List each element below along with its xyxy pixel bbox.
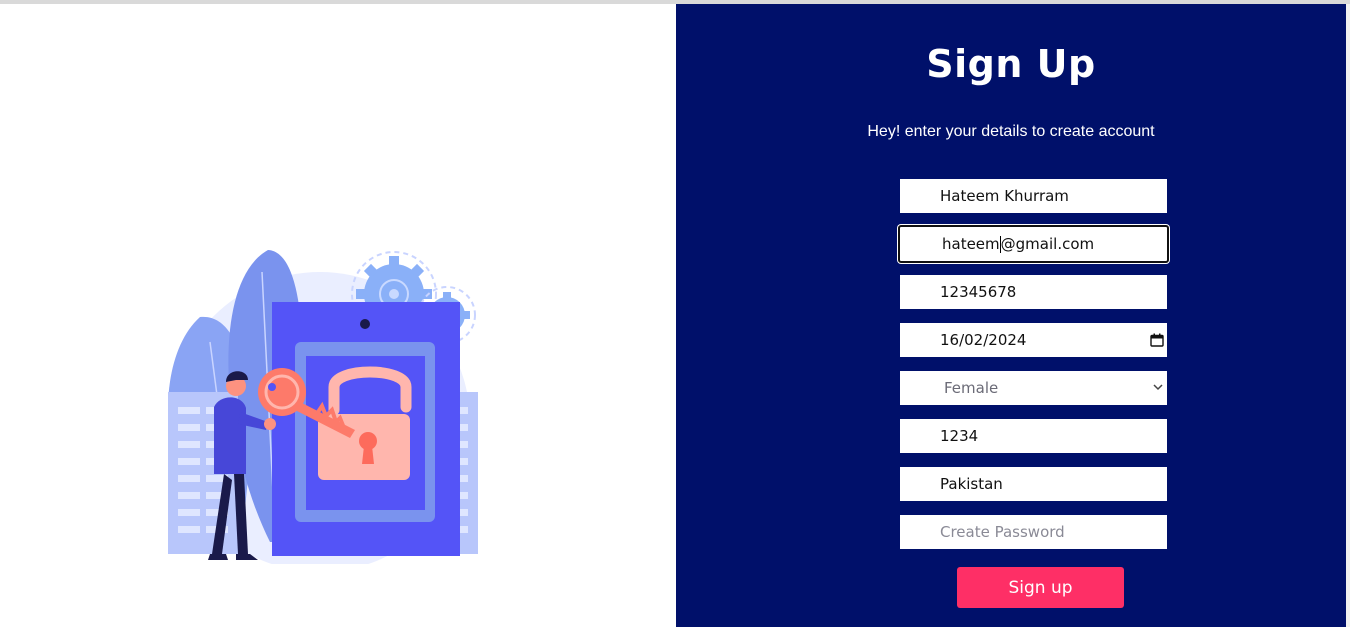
code-input[interactable]: 1234: [900, 419, 1167, 453]
code-value: 1234: [940, 427, 979, 445]
phone-value: 12345678: [940, 283, 1017, 301]
illustration-pane: [0, 4, 676, 627]
calendar-icon[interactable]: [1150, 333, 1164, 347]
security-illustration: [167, 250, 478, 564]
signup-panel: Sign Up Hey! enter your details to creat…: [676, 4, 1346, 627]
gender-selected-value: Female: [944, 379, 999, 397]
scrollbar-track[interactable]: [1346, 4, 1350, 627]
password-placeholder: Create Password: [940, 523, 1065, 541]
phone-input[interactable]: 12345678: [900, 275, 1167, 309]
date-of-birth-input[interactable]: 16/02/2024: [900, 323, 1167, 357]
email-value-part: hateem: [942, 235, 1000, 253]
country-input[interactable]: Pakistan: [900, 467, 1167, 501]
password-input[interactable]: Create Password: [900, 515, 1167, 549]
page-title: Sign Up: [926, 42, 1096, 86]
gender-select[interactable]: Female: [900, 371, 1167, 405]
signup-button[interactable]: Sign up: [957, 567, 1124, 608]
name-input[interactable]: Hateem Khurram: [900, 179, 1167, 213]
date-value: 16/02/2024: [940, 331, 1027, 349]
page-subtitle: Hey! enter your details to create accoun…: [867, 123, 1155, 140]
email-input[interactable]: hateem @gmail.com: [898, 225, 1169, 263]
name-value: Hateem Khurram: [940, 187, 1069, 205]
chevron-down-icon: [1153, 384, 1163, 391]
country-value: Pakistan: [940, 475, 1003, 493]
email-value-part: @gmail.com: [1000, 235, 1095, 253]
